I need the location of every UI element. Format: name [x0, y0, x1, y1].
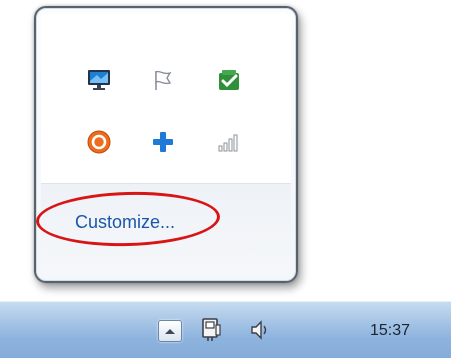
up-arrow-icon [165, 329, 175, 334]
display-monitor-icon[interactable] [85, 66, 113, 94]
taskbar: 15:37 [0, 301, 451, 358]
orange-power-icon[interactable] [85, 128, 113, 156]
blue-plus-icon[interactable] [149, 128, 177, 156]
network-icon[interactable] [198, 316, 224, 344]
green-checkmark-icon[interactable] [215, 66, 243, 94]
speaker-icon[interactable] [248, 317, 272, 343]
clock[interactable]: 15:37 [360, 318, 420, 344]
show-hidden-icons-button[interactable] [158, 320, 182, 342]
action-center-flag-icon[interactable] [149, 66, 177, 94]
tray-icons-panel [41, 13, 291, 183]
signal-strength-icon[interactable] [215, 128, 243, 156]
